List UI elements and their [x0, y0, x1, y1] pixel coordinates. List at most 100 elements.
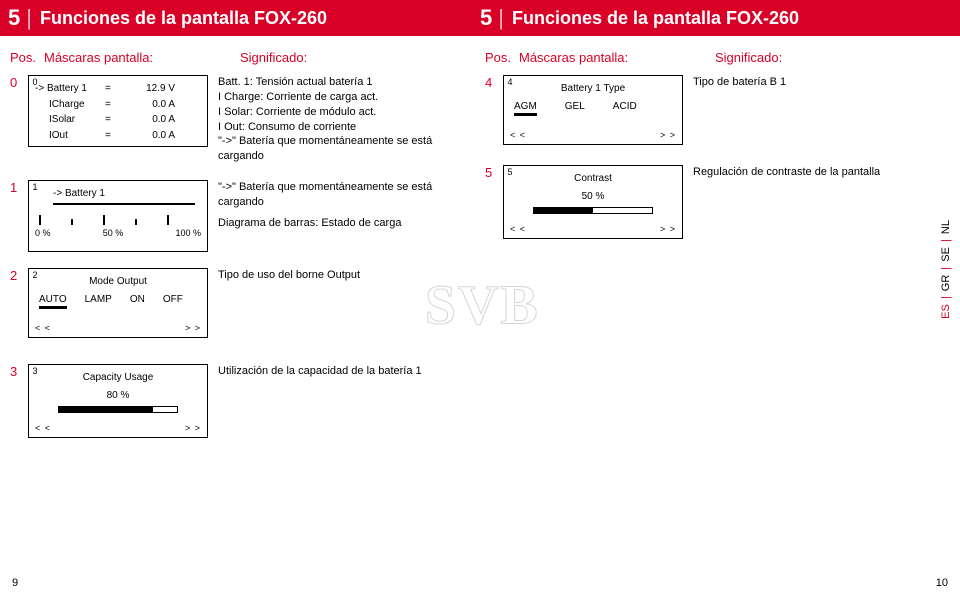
lcd3-title: Capacity Usage [35, 371, 201, 385]
header-right-num: 5 [480, 5, 492, 31]
nav-right-icon: > > [660, 223, 676, 235]
sig4-text: Tipo de batería B 1 [693, 75, 950, 90]
lcd-2: 2 Mode Output AUTO LAMP ON OFF < < > > [28, 268, 208, 338]
header-left-title: Funciones de la pantalla FOX-260 [40, 8, 327, 29]
column-headers-left: Pos. Máscaras pantalla: Significado: [10, 50, 475, 65]
row-2: 2 2 Mode Output AUTO LAMP ON OFF < < > >… [10, 268, 475, 338]
lcd4-nav: < < > > [510, 129, 676, 141]
lcd0-k3: ISolar [35, 113, 105, 127]
lcd2-options: AUTO LAMP ON OFF [39, 293, 201, 307]
lcd0-e4: = [105, 129, 125, 143]
lcd0-v4: 0.0 A [125, 129, 175, 143]
lcd-5: 5 Contrast 50 % < < > > [503, 165, 683, 239]
right-column: Pos. Máscaras pantalla: Significado: 4 4… [485, 50, 950, 454]
divider-icon: | [26, 5, 32, 31]
lcd0-e3: = [105, 113, 125, 127]
colhead-mask-r: Máscaras pantalla: [519, 50, 715, 65]
sig5-text: Regulación de contraste de la pantalla [693, 165, 950, 180]
divider-icon: | [940, 267, 952, 270]
sig1-l2: Diagrama de barras: Estado de carga [218, 216, 475, 231]
page-header: 5 | Funciones de la pantalla FOX-260 5 |… [0, 0, 960, 36]
colhead-pos: Pos. [10, 50, 44, 65]
lcd2-o2: LAMP [85, 293, 112, 307]
content: Pos. Máscaras pantalla: Significado: 0 0… [0, 36, 960, 454]
lcd2-nav: < < > > [35, 322, 201, 334]
pos-4: 4 [485, 75, 499, 90]
lang-es: ES [940, 304, 952, 319]
nav-left-icon: < < [510, 129, 526, 141]
row-4: 4 4 Battery 1 Type AGM GEL ACID < < > > … [485, 75, 950, 145]
colhead-sig-r: Significado: [715, 50, 950, 65]
lang-nl: NL [940, 220, 952, 234]
lcd-badge-2: 2 [28, 268, 42, 282]
lcd1-p100: 100 % [175, 227, 201, 239]
lcd-1: 1 -> Battery 1 0 % 50 % 100 % [28, 180, 208, 252]
lcd5-val: 50 % [510, 190, 676, 204]
lcd2-o4: OFF [163, 293, 183, 307]
lcd4-o2: GEL [565, 100, 585, 114]
sig0-l5: "->" Batería que momentáneamente se está… [218, 134, 475, 164]
nav-right-icon: > > [185, 322, 201, 334]
sig-2: Tipo de uso del borne Output [218, 268, 475, 283]
lcd4-title: Battery 1 Type [510, 82, 676, 96]
lcd-4: 4 Battery 1 Type AGM GEL ACID < < > > [503, 75, 683, 145]
divider-icon: | [498, 5, 504, 31]
pos-3: 3 [10, 364, 24, 379]
nav-left-icon: < < [35, 322, 51, 334]
footer: 9 10 [12, 577, 948, 589]
sig0-l4: I Out: Consumo de corriente [218, 120, 475, 135]
sig-5: Regulación de contraste de la pantalla [693, 165, 950, 180]
pos-0: 0 [10, 75, 24, 90]
pos-5: 5 [485, 165, 499, 180]
nav-left-icon: < < [510, 223, 526, 235]
lcd1-p50: 50 % [103, 227, 124, 239]
sig-3: Utilización de la capacidad de la baterí… [218, 364, 475, 379]
lcd4-o3: ACID [613, 100, 637, 114]
lcd-badge-0: 0 [28, 75, 42, 89]
header-right-title: Funciones de la pantalla FOX-260 [512, 8, 799, 29]
row-5: 5 5 Contrast 50 % < < > > Regulación de … [485, 165, 950, 239]
divider-icon: | [940, 239, 952, 242]
progress-bar-icon [533, 207, 653, 214]
lcd-badge-5: 5 [503, 165, 517, 179]
divider-icon: | [940, 296, 952, 299]
pos-1: 1 [10, 180, 24, 195]
sig-0: Batt. 1: Tensión actual batería 1 I Char… [218, 75, 475, 164]
page-num-right: 10 [936, 577, 948, 589]
lang-se: SE [940, 247, 952, 262]
lcd5-title: Contrast [510, 172, 676, 186]
lcd4-o1: AGM [514, 100, 537, 114]
lcd0-e1: = [105, 82, 125, 96]
lcd0-e2: = [105, 98, 125, 112]
lang-gr: GR [940, 275, 952, 292]
lcd1-underline [53, 203, 195, 205]
sig3-text: Utilización de la capacidad de la baterí… [218, 364, 475, 379]
sig-1: "->" Batería que momentáneamente se está… [218, 180, 475, 231]
lcd0-v2: 0.0 A [125, 98, 175, 112]
lcd0-v3: 0.0 A [125, 113, 175, 127]
sig1-l1: "->" Batería que momentáneamente se está… [218, 180, 475, 210]
pos-2: 2 [10, 268, 24, 283]
nav-left-icon: < < [35, 422, 51, 434]
sig0-l3: I Solar: Corriente de módulo act. [218, 105, 475, 120]
nav-right-icon: > > [185, 422, 201, 434]
lcd-badge-4: 4 [503, 75, 517, 89]
lcd0-k4: IOut [35, 129, 105, 143]
row-0: 0 0 -> Battery 1=12.9 V ICharge=0.0 A IS… [10, 75, 475, 164]
nav-right-icon: > > [660, 129, 676, 141]
lcd-3: 3 Capacity Usage 80 % < < > > [28, 364, 208, 438]
sig0-l1: Batt. 1: Tensión actual batería 1 [218, 75, 475, 90]
page-num-left: 9 [12, 577, 18, 589]
lcd1-title: -> Battery 1 [53, 187, 201, 201]
bar-chart-icon [39, 215, 197, 225]
column-headers-right: Pos. Máscaras pantalla: Significado: [485, 50, 950, 65]
lcd4-options: AGM GEL ACID [514, 100, 676, 114]
lcd-badge-1: 1 [28, 180, 42, 194]
lcd-0: 0 -> Battery 1=12.9 V ICharge=0.0 A ISol… [28, 75, 208, 147]
lcd5-nav: < < > > [510, 223, 676, 235]
colhead-sig: Significado: [240, 50, 475, 65]
lcd0-v1: 12.9 V [125, 82, 175, 96]
lcd2-title: Mode Output [35, 275, 201, 289]
sig-4: Tipo de batería B 1 [693, 75, 950, 90]
header-left-num: 5 [8, 5, 20, 31]
